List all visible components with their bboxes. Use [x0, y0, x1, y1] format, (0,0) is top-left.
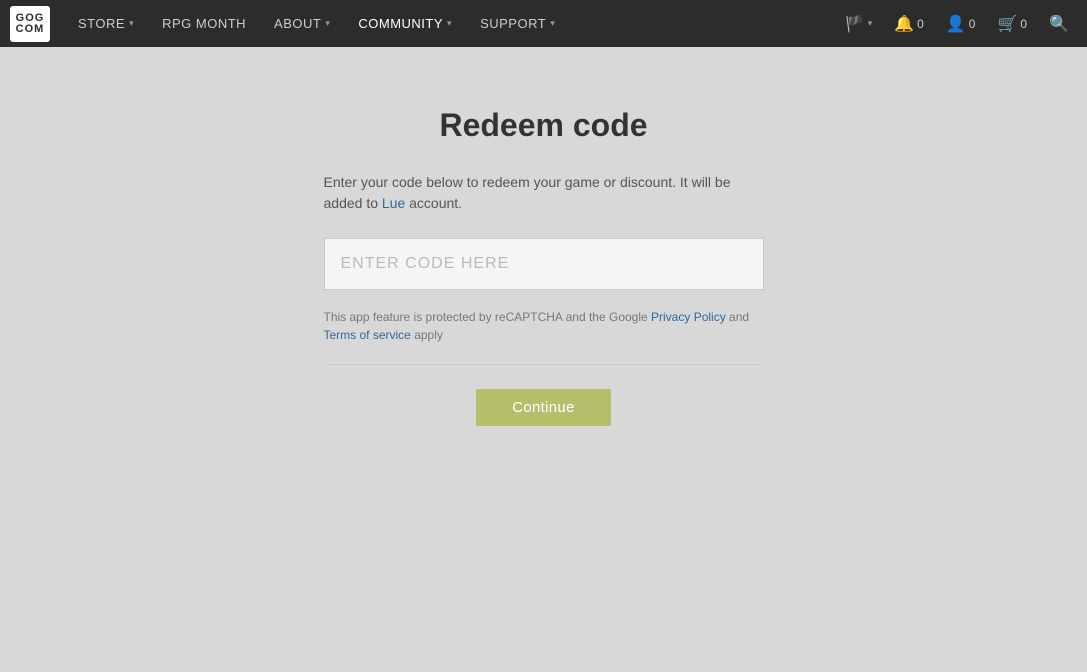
navbar: GOG COM STORE ▾ RPG MONTH ABOUT ▾ COMMUN… — [0, 0, 1087, 47]
search-button[interactable]: 🔍 — [1041, 0, 1077, 47]
terms-of-service-link[interactable]: Terms of service — [324, 328, 411, 342]
nav-item-about[interactable]: ABOUT ▾ — [260, 0, 344, 47]
privacy-policy-link[interactable]: Privacy Policy — [651, 310, 726, 324]
nav-label-community: COMMUNITY — [358, 16, 443, 31]
username-text: Lue — [382, 195, 405, 211]
nav-item-rpgmonth[interactable]: RPG MONTH — [148, 0, 260, 47]
nav-item-store[interactable]: STORE ▾ — [64, 0, 148, 47]
nav-item-community[interactable]: COMMUNITY ▾ — [344, 0, 466, 47]
flag-dropdown[interactable]: 🏴 ▾ — [837, 0, 880, 47]
user-button[interactable]: 👤 0 — [938, 0, 984, 47]
notification-count: 0 — [917, 17, 924, 31]
nav-label-support: SUPPORT — [480, 16, 546, 31]
notifications-button[interactable]: 🔔 0 — [886, 0, 932, 47]
recaptcha-text-before: This app feature is protected by reCAPTC… — [324, 310, 652, 324]
logo-text-bottom: COM — [16, 24, 45, 35]
divider — [324, 364, 764, 365]
user-icon: 👤 — [946, 14, 966, 34]
chevron-down-icon: ▾ — [868, 18, 873, 29]
bell-icon: 🔔 — [894, 14, 914, 34]
recaptcha-middle: and — [726, 310, 749, 324]
nav-items: STORE ▾ RPG MONTH ABOUT ▾ COMMUNITY ▾ SU… — [64, 0, 837, 47]
chevron-down-icon: ▾ — [447, 18, 452, 29]
logo-text-top: GOG — [16, 13, 45, 24]
description-text: Enter your code below to redeem your gam… — [324, 172, 764, 214]
nav-right: 🏴 ▾ 🔔 0 👤 0 🛒 0 🔍 — [837, 0, 1077, 47]
nav-label-store: STORE — [78, 16, 125, 31]
chevron-down-icon: ▾ — [325, 18, 330, 29]
nav-item-support[interactable]: SUPPORT ▾ — [466, 0, 569, 47]
description-part2: account. — [405, 195, 462, 211]
flag-icon: 🏴 — [845, 14, 865, 34]
search-icon: 🔍 — [1049, 14, 1069, 34]
user-count: 0 — [969, 17, 976, 31]
nav-label-about: ABOUT — [274, 16, 321, 31]
cart-count: 0 — [1020, 17, 1027, 31]
page-title: Redeem code — [439, 107, 647, 144]
nav-label-rpgmonth: RPG MONTH — [162, 16, 246, 31]
recaptcha-after: apply — [411, 328, 443, 342]
redeem-container: Redeem code Enter your code below to red… — [324, 107, 764, 426]
cart-button[interactable]: 🛒 0 — [989, 0, 1035, 47]
logo[interactable]: GOG COM — [10, 6, 50, 42]
chevron-down-icon: ▾ — [129, 18, 134, 29]
recaptcha-notice: This app feature is protected by reCAPTC… — [324, 308, 764, 344]
cart-icon: 🛒 — [997, 14, 1017, 34]
main-content: Redeem code Enter your code below to red… — [0, 47, 1087, 426]
code-input[interactable] — [324, 238, 764, 290]
continue-button[interactable]: Continue — [476, 389, 610, 426]
chevron-down-icon: ▾ — [550, 18, 555, 29]
